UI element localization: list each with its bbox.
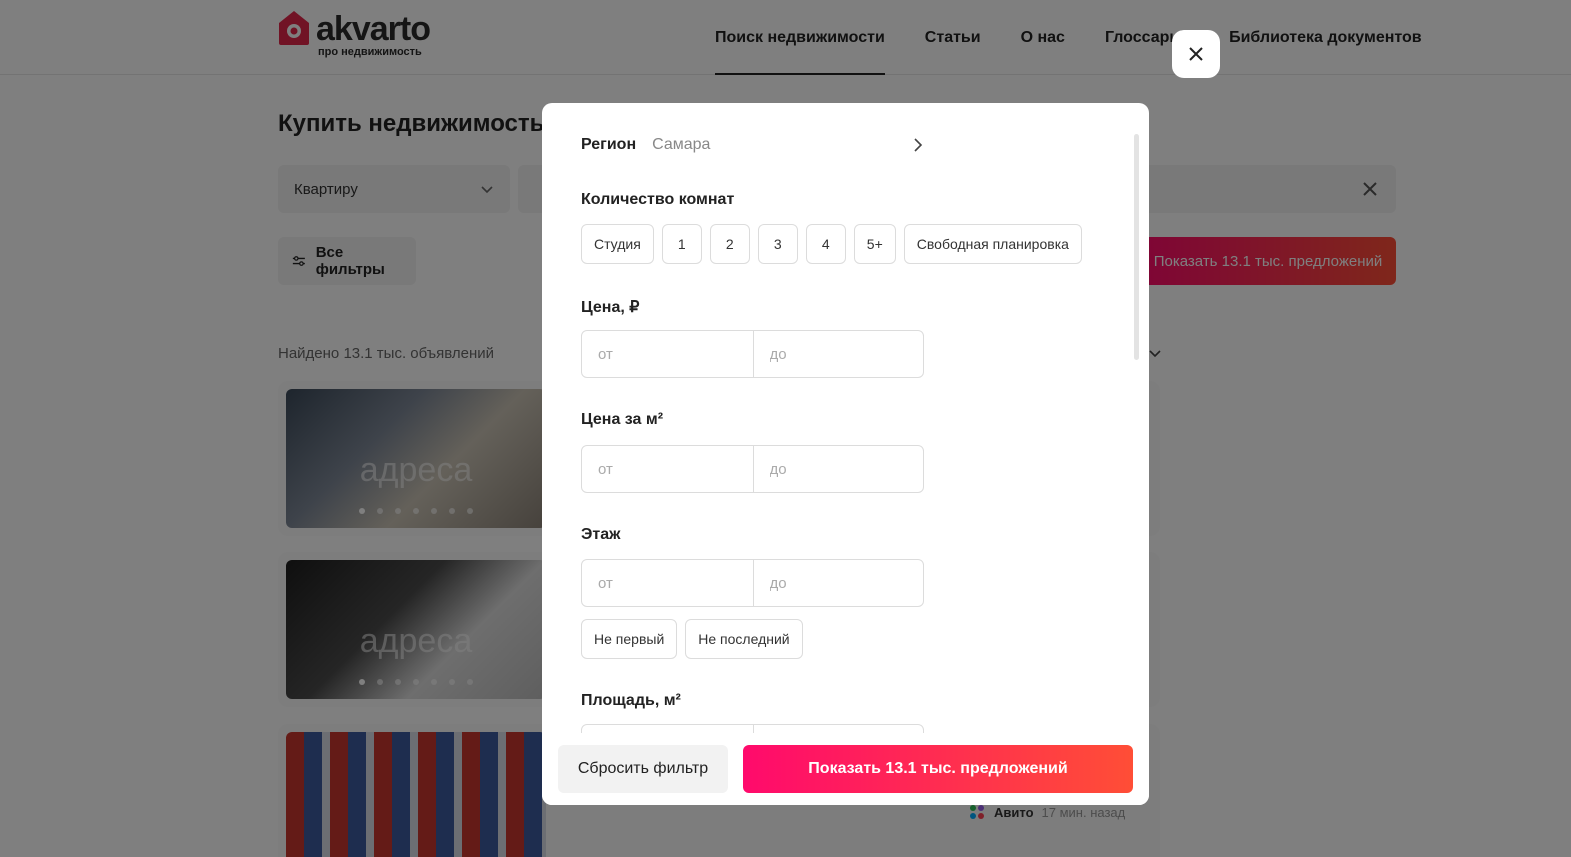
rooms-option-4[interactable]: 4 [805,224,846,264]
floor-not-first[interactable]: Не первый [581,619,678,659]
floor-options: Не первый Не последний [581,619,803,659]
filters-modal: Регион Самара Количество комнат Студия 1… [542,103,1149,805]
filters-scroll-area[interactable]: Регион Самара Количество комнат Студия 1… [542,103,1149,733]
close-modal-button[interactable] [1172,30,1220,78]
price-title: Цена, ₽ [581,299,640,316]
floor-to-input[interactable] [752,560,923,606]
region-selector[interactable]: Регион Самара [581,133,926,157]
chevron-right-icon [914,138,923,152]
floor-range [581,559,924,607]
modal-scrollbar[interactable] [1134,134,1139,360]
reset-filter-button[interactable]: Сбросить фильтр [558,745,728,793]
area-title: Площадь, м² [581,692,681,709]
area-to-input[interactable] [752,725,923,733]
rooms-options: Студия 1 2 3 4 5+ Свободная планировка [581,224,1082,264]
rooms-option-free-layout[interactable]: Свободная планировка [903,224,1082,264]
floor-not-last[interactable]: Не последний [685,619,803,659]
modal-footer: Сбросить фильтр Показать 13.1 тыс. предл… [542,733,1149,805]
floor-from-input[interactable] [582,560,753,606]
close-icon [1189,47,1203,61]
rooms-option-2[interactable]: 2 [709,224,750,264]
price-per-m2-from-input[interactable] [582,446,753,492]
rooms-option-studio[interactable]: Студия [581,224,654,264]
rooms-option-5plus[interactable]: 5+ [853,224,896,264]
area-from-input[interactable] [582,725,753,733]
show-results-button[interactable]: Показать 13.1 тыс. предложений [743,745,1133,793]
rooms-title: Количество комнат [581,191,735,208]
price-per-m2-to-input[interactable] [752,446,923,492]
price-to-input[interactable] [752,331,923,377]
price-from-input[interactable] [582,331,753,377]
region-label: Регион [581,136,637,153]
rooms-option-1[interactable]: 1 [661,224,702,264]
price-per-m2-title: Цена за м² [581,411,664,428]
rooms-option-3[interactable]: 3 [757,224,798,264]
region-value: Самара [652,136,711,153]
price-per-m2-range [581,445,924,493]
floor-title: Этаж [581,526,621,543]
area-range [581,724,924,733]
price-range [581,330,924,378]
